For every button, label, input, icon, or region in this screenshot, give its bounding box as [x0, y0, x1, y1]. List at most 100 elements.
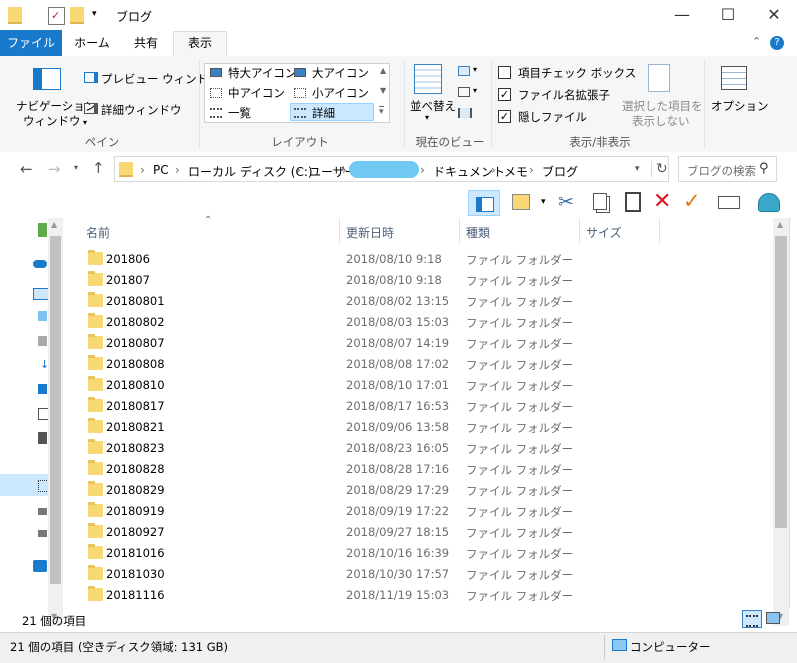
layout-xl-icons[interactable]: 特大アイコン: [228, 65, 296, 81]
breadcrumb-separator[interactable]: ›: [296, 163, 301, 177]
quick-access-icon[interactable]: [38, 223, 47, 237]
onedrive-icon[interactable]: [33, 260, 47, 268]
column-date[interactable]: 更新日時: [346, 224, 394, 241]
file-row[interactable]: 20181030 2018/10/30 17:57 ファイル フォルダー: [78, 564, 768, 585]
close-button[interactable]: ✕: [751, 0, 797, 30]
address-dropdown-icon[interactable]: ▾: [635, 164, 640, 174]
nav-scroll-thumb[interactable]: [50, 236, 61, 584]
group-by-icon[interactable]: [458, 66, 470, 76]
file-name[interactable]: 20180802: [106, 315, 165, 329]
file-row[interactable]: 20180807 2018/08/07 14:19 ファイル フォルダー: [78, 333, 768, 354]
scroll-up-icon[interactable]: ▲: [777, 220, 783, 229]
file-row[interactable]: 20180817 2018/08/17 16:53 ファイル フォルダー: [78, 396, 768, 417]
breadcrumb-separator[interactable]: ›: [175, 163, 180, 177]
file-name[interactable]: 201806: [106, 252, 150, 266]
help-icon[interactable]: ?: [770, 36, 784, 50]
layout-list[interactable]: 一覧: [228, 105, 251, 121]
rename-icon[interactable]: [718, 196, 740, 209]
maximize-button[interactable]: ☐: [705, 0, 751, 30]
music-icon[interactable]: [38, 384, 47, 394]
breadcrumb-separator[interactable]: ›: [140, 163, 145, 177]
recent-locations-icon[interactable]: ▾: [74, 163, 78, 172]
checkmark-icon[interactable]: ✓: [683, 189, 701, 213]
breadcrumb-separator[interactable]: ›: [529, 163, 534, 177]
options-button[interactable]: オプション: [711, 98, 769, 114]
gallery-scroll-down-icon[interactable]: ▼: [380, 86, 386, 95]
tab-view[interactable]: 表示: [173, 31, 227, 57]
file-name[interactable]: 201807: [106, 273, 150, 287]
file-row[interactable]: 20180808 2018/08/08 17:02 ファイル フォルダー: [78, 354, 768, 375]
add-columns-icon[interactable]: [458, 87, 470, 97]
tab-home[interactable]: ホーム: [68, 32, 116, 55]
file-row[interactable]: 20180821 2018/09/06 13:58 ファイル フォルダー: [78, 417, 768, 438]
network-icon[interactable]: [33, 560, 47, 572]
properties-icon[interactable]: ✓: [48, 7, 65, 25]
minimize-button[interactable]: —: [659, 0, 705, 30]
file-name[interactable]: 20180810: [106, 378, 165, 392]
preview-pane-icon[interactable]: [84, 72, 98, 83]
file-row[interactable]: 20180919 2018/09/19 17:22 ファイル フォルダー: [78, 501, 768, 522]
file-name[interactable]: 20180829: [106, 483, 165, 497]
file-row[interactable]: 20180927 2018/09/27 18:15 ファイル フォルダー: [78, 522, 768, 543]
item-checkbox-label[interactable]: 項目チェック ボックス: [518, 65, 636, 81]
preview-pane-button[interactable]: プレビュー ウィンドウ: [101, 71, 220, 87]
nav-pane-scrollbar[interactable]: ▲ ▼: [48, 218, 63, 626]
views-icon[interactable]: [512, 194, 530, 210]
file-name[interactable]: 20180807: [106, 336, 165, 350]
file-name[interactable]: 20180828: [106, 462, 165, 476]
gallery-scroll-up-icon[interactable]: ▲: [380, 66, 386, 75]
breadcrumb-blog[interactable]: ブログ: [542, 163, 578, 180]
file-row[interactable]: 20180829 2018/08/29 17:29 ファイル フォルダー: [78, 480, 768, 501]
up-arrow-icon[interactable]: ↑: [92, 159, 105, 177]
breadcrumb-local-disk[interactable]: ローカル ディスク (C:): [188, 163, 313, 180]
breadcrumb-separator[interactable]: ›: [491, 163, 496, 177]
file-list-scrollbar[interactable]: ▲ ▼: [773, 218, 789, 626]
file-row[interactable]: 20180810 2018/08/10 17:01 ファイル フォルダー: [78, 375, 768, 396]
tab-share[interactable]: 共有: [122, 32, 170, 55]
hidden-files-checkbox[interactable]: ✓: [498, 110, 511, 123]
desktop-icon[interactable]: [38, 336, 47, 346]
navigation-pane-icon[interactable]: [33, 68, 61, 90]
column-divider[interactable]: [659, 218, 660, 244]
file-name[interactable]: 20181030: [106, 567, 165, 581]
file-extension-checkbox[interactable]: ✓: [498, 88, 511, 101]
file-name[interactable]: 20181116: [106, 588, 165, 602]
gallery-expand-icon[interactable]: ▾: [379, 106, 384, 117]
file-row[interactable]: 20180828 2018/08/28 17:16 ファイル フォルダー: [78, 459, 768, 480]
file-name[interactable]: 20180927: [106, 525, 165, 539]
hide-selected-label-1[interactable]: 選択した項目を: [622, 98, 703, 114]
objects-3d-icon[interactable]: [38, 311, 47, 321]
file-extension-label[interactable]: ファイル名拡張子: [518, 87, 610, 103]
chevron-down-icon[interactable]: ▾: [541, 197, 546, 207]
back-arrow-icon[interactable]: ←: [20, 160, 33, 178]
file-row[interactable]: 20181116 2018/11/19 15:03 ファイル フォルダー: [78, 585, 768, 606]
cut-icon[interactable]: ✂: [558, 191, 574, 213]
breadcrumb-memo[interactable]: メモ: [504, 163, 528, 180]
drive-icon[interactable]: [38, 508, 47, 515]
search-input[interactable]: ブログの検索: [687, 163, 756, 179]
nav-pane-label-2[interactable]: ウィンドウ ▾: [23, 113, 87, 129]
file-name[interactable]: 20180823: [106, 441, 165, 455]
column-size[interactable]: サイズ: [586, 224, 622, 241]
forward-arrow-icon[interactable]: →: [48, 160, 61, 178]
layout-small-icons[interactable]: 小アイコン: [312, 85, 369, 101]
file-row[interactable]: 201807 2018/08/10 9:18 ファイル フォルダー: [78, 270, 768, 291]
item-checkbox-toggle[interactable]: [498, 66, 511, 79]
videos-icon[interactable]: [38, 432, 47, 444]
paste-icon[interactable]: [625, 192, 641, 212]
refresh-icon[interactable]: ↻: [651, 161, 668, 177]
search-box[interactable]: ブログの検索 ⚲: [678, 156, 777, 182]
breadcrumb-separator[interactable]: ›: [342, 163, 347, 177]
size-columns-icon[interactable]: [458, 108, 472, 118]
column-divider[interactable]: [579, 218, 580, 244]
sort-by-icon[interactable]: [414, 64, 442, 94]
file-name[interactable]: 20180808: [106, 357, 165, 371]
file-name[interactable]: 20181016: [106, 546, 165, 560]
file-name[interactable]: 20180919: [106, 504, 165, 518]
hide-selected-label-2[interactable]: 表示しない: [632, 113, 690, 129]
address-bar[interactable]: › PC › ローカル ディスク (C:) › ユーザー › › ドキュメント …: [114, 156, 669, 182]
collapse-ribbon-icon[interactable]: ⌃: [752, 35, 761, 48]
tab-file[interactable]: ファイル: [0, 30, 62, 56]
hide-selected-icon[interactable]: [648, 64, 670, 92]
details-view-toggle[interactable]: [742, 610, 762, 628]
